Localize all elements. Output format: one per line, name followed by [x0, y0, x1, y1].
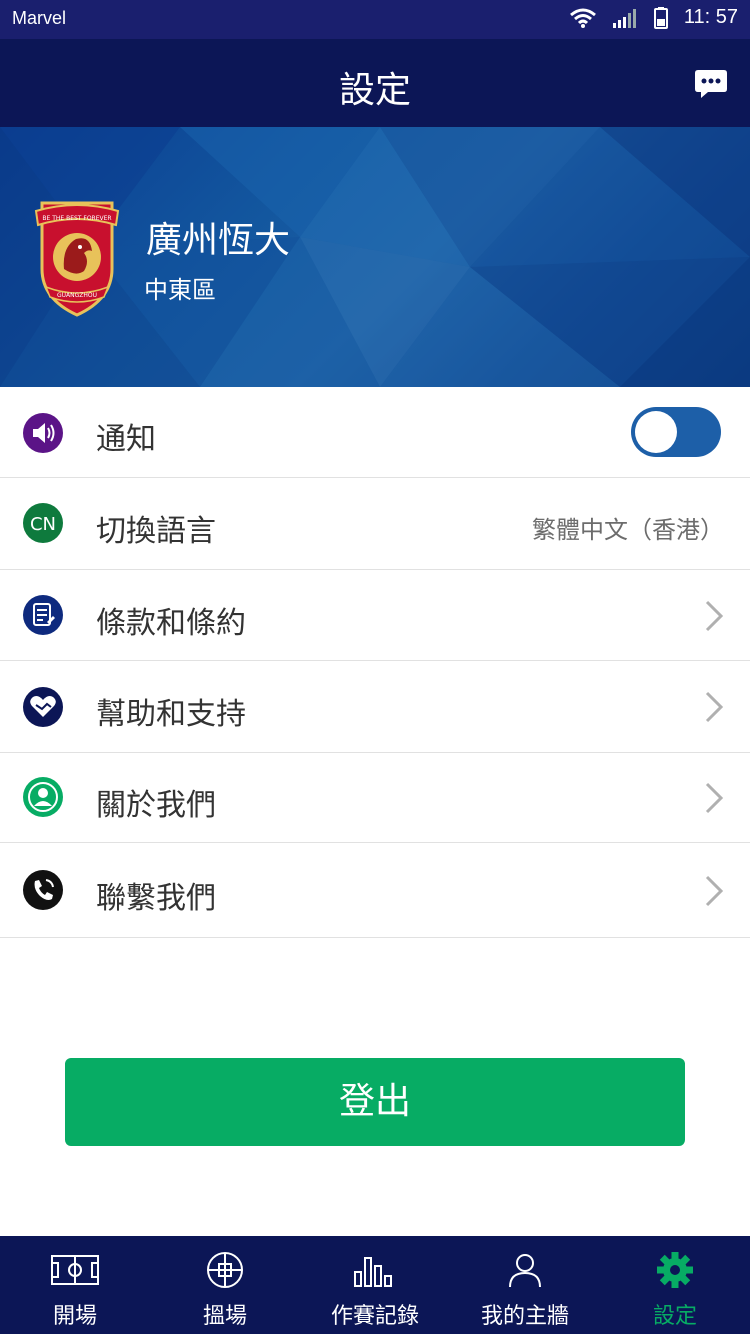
bar-chart-icon	[354, 1257, 392, 1287]
team-banner: BE THE BEST FOREVER GUANGZHOU 廣州恆大 中東區	[0, 127, 750, 387]
pitch-icon	[51, 1255, 99, 1285]
tab-match-record[interactable]: 作賽記錄	[300, 1236, 450, 1334]
clock: 11: 57	[683, 6, 738, 28]
svg-text:CN: CN	[30, 514, 56, 535]
bottom-tab-bar: 開場 搵場 作賽記錄 我的主牆 設定	[0, 1236, 750, 1334]
team-crest-logo: BE THE BEST FOREVER GUANGZHOU	[34, 201, 120, 317]
settings-row-terms[interactable]: 條款和條約	[0, 570, 750, 661]
tab-my-wall[interactable]: 我的主牆	[450, 1236, 600, 1334]
battery-icon	[653, 6, 668, 29]
signal-icon	[612, 8, 636, 28]
tab-settings[interactable]: 設定	[600, 1236, 750, 1334]
status-icons: 11: 57	[569, 6, 738, 29]
chat-bubble-icon[interactable]	[694, 67, 728, 101]
settings-row-contact[interactable]: 聯繫我們	[0, 843, 750, 938]
settings-row-help[interactable]: 幫助和支持	[0, 661, 750, 753]
help-label: 幫助和支持	[96, 697, 246, 732]
chevron-right-icon	[705, 600, 724, 632]
cn-language-icon: CN	[23, 503, 63, 543]
team-name: 廣州恆大	[146, 220, 291, 261]
svg-text:BE THE BEST FOREVER: BE THE BEST FOREVER	[42, 215, 111, 222]
logout-button[interactable]: 登出	[65, 1058, 685, 1146]
toggle-knob	[635, 411, 677, 453]
tab-label: 搵場	[202, 1304, 247, 1329]
chevron-right-icon	[705, 875, 724, 907]
tab-label: 開場	[52, 1304, 97, 1329]
settings-row-about[interactable]: 關於我們	[0, 753, 750, 843]
tab-find-pitch[interactable]: 搵場	[150, 1236, 300, 1334]
contact-label: 聯繫我們	[96, 881, 216, 916]
tab-label: 我的主牆	[480, 1304, 569, 1329]
chevron-right-icon	[705, 782, 724, 814]
speaker-icon	[23, 413, 63, 453]
tab-kick-off[interactable]: 開場	[0, 1236, 150, 1334]
language-label: 切換語言	[96, 514, 216, 549]
wifi-icon	[569, 8, 596, 28]
notify-label: 通知	[96, 422, 156, 457]
carrier-name: Marvel	[12, 8, 67, 28]
language-value: 繁體中文（香港）	[532, 516, 724, 544]
heart-handshake-icon	[23, 687, 63, 727]
person-icon	[23, 777, 63, 817]
ball-icon	[207, 1252, 243, 1288]
phone-icon	[23, 870, 63, 910]
document-icon	[23, 595, 63, 635]
tab-label: 設定	[652, 1304, 697, 1329]
page-title: 設定	[338, 70, 411, 111]
chevron-right-icon	[705, 691, 724, 723]
header: 設定	[0, 39, 750, 127]
about-label: 關於我們	[96, 788, 216, 823]
gear-icon	[657, 1252, 693, 1288]
svg-text:GUANGZHOU: GUANGZHOU	[57, 292, 97, 299]
notify-toggle[interactable]	[631, 407, 721, 457]
settings-row-language[interactable]: CN 切換語言 繁體中文（香港）	[0, 478, 750, 570]
terms-label: 條款和條約	[96, 606, 246, 641]
settings-row-notify: 通知	[0, 387, 750, 478]
team-region: 中東區	[144, 276, 216, 304]
tab-label: 作賽記錄	[330, 1304, 419, 1329]
user-icon	[509, 1254, 541, 1288]
status-bar: Marvel 11: 57	[0, 0, 750, 39]
